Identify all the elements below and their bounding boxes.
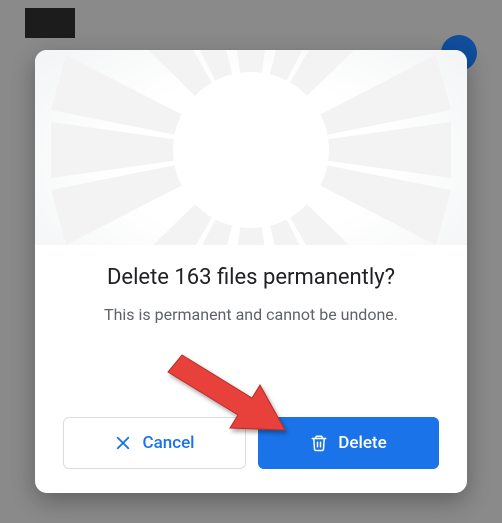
delete-confirmation-dialog: Delete 163 files permanently? This is pe… xyxy=(35,50,467,493)
delete-button[interactable]: Delete xyxy=(258,417,439,469)
close-icon xyxy=(114,434,132,452)
dialog-button-row: Cancel Delete xyxy=(63,417,439,469)
trash-icon xyxy=(310,434,328,452)
cancel-button-label: Cancel xyxy=(142,433,194,453)
dialog-hero-illustration xyxy=(35,50,467,245)
delete-button-label: Delete xyxy=(338,433,386,453)
dialog-subtitle: This is permanent and cannot be undone. xyxy=(63,304,439,326)
cancel-button[interactable]: Cancel xyxy=(63,417,246,469)
dialog-content: Delete 163 files permanently? This is pe… xyxy=(35,245,467,493)
dialog-title: Delete 163 files permanently? xyxy=(63,265,439,290)
